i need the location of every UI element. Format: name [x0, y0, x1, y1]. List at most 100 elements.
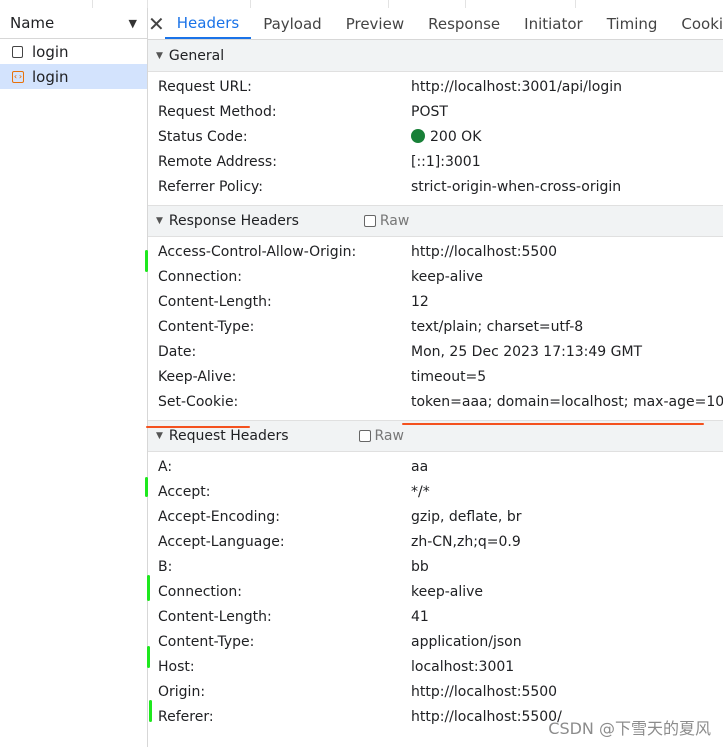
request-header-rows: A: aa Accept: */* Accept-Encoding: gzip,… [148, 452, 723, 729]
tab-payload[interactable]: Payload [251, 8, 334, 39]
header-value: token=aaa; domain=localhost; max-age=100… [411, 393, 723, 410]
general-rows: Request URL: http://localhost:3001/api/l… [148, 72, 723, 199]
tab-initiator[interactable]: Initiator [512, 8, 595, 39]
raw-toggle[interactable]: Raw [358, 428, 404, 444]
annotation-green-mark [147, 575, 150, 601]
header-row: Request URL: http://localhost:3001/api/l… [148, 74, 723, 99]
general-section-header[interactable]: ▼ General [148, 40, 723, 72]
column-divider [465, 0, 466, 8]
name-column-label: Name [10, 14, 55, 32]
header-key: Accept: [158, 483, 211, 500]
request-name: login [32, 67, 69, 86]
triangle-down-icon: ▼ [156, 216, 163, 226]
response-headers-section-header[interactable]: ▼ Response Headers Raw [148, 205, 723, 237]
header-key: Status Code: [158, 128, 248, 145]
devtools-network-panel: Name ▼ login ‹› login ✕ Headers Payload … [0, 0, 723, 747]
status-value: 200 OK [411, 128, 482, 145]
header-key: A: [158, 458, 173, 475]
header-key: Referer: [158, 708, 214, 725]
column-divider [92, 0, 93, 8]
header-value: zh-CN,zh;q=0.9 [411, 533, 521, 550]
xhr-icon: ‹› [12, 70, 24, 83]
status-text: 200 OK [430, 128, 482, 145]
header-key: Content-Length: [158, 608, 272, 625]
header-value: http://localhost:5500 [411, 243, 558, 260]
raw-label: Raw [379, 213, 410, 229]
header-row: B: bb [148, 554, 723, 579]
raw-checkbox[interactable] [363, 215, 376, 227]
header-key: Request Method: [158, 103, 277, 120]
header-value: Mon, 25 Dec 2023 17:13:49 GMT [411, 343, 643, 360]
column-divider [388, 0, 389, 8]
header-key: Content-Type: [158, 633, 255, 650]
raw-label: Raw [374, 428, 404, 444]
tab-response[interactable]: Response [416, 8, 512, 39]
header-value: 41 [411, 608, 429, 625]
name-column-header[interactable]: Name ▼ [0, 8, 147, 39]
header-value: http://localhost:5500 [411, 683, 558, 700]
header-row: Content-Type: text/plain; charset=utf-8 [148, 314, 723, 339]
close-icon[interactable]: ✕ [148, 8, 165, 39]
header-row: Accept-Language: zh-CN,zh;q=0.9 [148, 529, 723, 554]
triangle-down-icon: ▼ [156, 431, 163, 441]
triangle-down-icon: ▼ [156, 50, 163, 61]
header-row: Content-Length: 41 [148, 604, 723, 629]
annotation-green-mark [149, 700, 152, 722]
header-value: strict-origin-when-cross-origin [411, 178, 622, 195]
header-key: Date: [158, 343, 197, 360]
tab-timing[interactable]: Timing [595, 8, 670, 39]
raw-toggle[interactable]: Raw [363, 213, 410, 229]
header-row: Content-Length: 12 [148, 289, 723, 314]
header-key: Connection: [158, 583, 242, 600]
header-value: [::1]:3001 [411, 153, 481, 170]
column-divider [575, 0, 576, 8]
header-key: Content-Length: [158, 293, 272, 310]
document-icon [12, 45, 23, 58]
header-row: Set-Cookie: token=aaa; domain=localhost;… [148, 389, 723, 414]
header-value: gzip, deflate, br [411, 508, 522, 525]
details-tabbar: ✕ Headers Payload Preview Response Initi… [148, 8, 723, 40]
request-list: Name ▼ login ‹› login [0, 8, 148, 747]
header-key: Keep-Alive: [158, 368, 237, 385]
annotation-green-mark [147, 646, 150, 668]
header-value: keep-alive [411, 583, 484, 600]
caret-down-icon[interactable]: ▼ [129, 17, 137, 30]
header-row: Date: Mon, 25 Dec 2023 17:13:49 GMT [148, 339, 723, 364]
request-row-login-xhr[interactable]: ‹› login [0, 64, 147, 89]
tab-cookies[interactable]: Cookies [669, 8, 723, 39]
header-row: Connection: keep-alive [148, 264, 723, 289]
annotation-green-mark [145, 477, 148, 497]
response-header-rows: Access-Control-Allow-Origin: http://loca… [148, 237, 723, 414]
header-row: Keep-Alive: timeout=5 [148, 364, 723, 389]
header-value: http://localhost:5500/ [411, 708, 562, 725]
header-value: text/plain; charset=utf-8 [411, 318, 584, 335]
request-row-login-document[interactable]: login [0, 39, 147, 64]
annotation-green-mark [145, 250, 148, 272]
header-value: http://localhost:3001/api/login [411, 78, 622, 95]
tab-headers[interactable]: Headers [164, 8, 252, 39]
header-value: bb [411, 558, 429, 575]
header-value: POST [411, 103, 448, 120]
header-row: Accept-Encoding: gzip, deflate, br [148, 504, 723, 529]
header-value: keep-alive [411, 268, 484, 285]
header-row: Connection: keep-alive [148, 579, 723, 604]
header-key: Origin: [158, 683, 206, 700]
header-key: Content-Type: [158, 318, 255, 335]
section-title: Response Headers [168, 213, 299, 229]
header-row: Remote Address: [::1]:3001 [148, 149, 723, 174]
header-key: B: [158, 558, 173, 575]
raw-checkbox[interactable] [358, 430, 371, 442]
header-row: Origin: http://localhost:5500 [148, 679, 723, 704]
header-row: Request Method: POST [148, 99, 723, 124]
header-key: Remote Address: [158, 153, 277, 170]
tab-preview[interactable]: Preview [334, 8, 416, 39]
header-value: localhost:3001 [411, 658, 515, 675]
column-divider [147, 0, 148, 8]
header-row: Access-Control-Allow-Origin: http://loca… [148, 239, 723, 264]
header-key: Connection: [158, 268, 242, 285]
header-value: application/json [411, 633, 522, 650]
annotation-orange-underline [402, 423, 704, 425]
header-row: Status Code: 200 OK [148, 124, 723, 149]
header-key: Set-Cookie: [158, 393, 239, 410]
header-value: 12 [411, 293, 429, 310]
